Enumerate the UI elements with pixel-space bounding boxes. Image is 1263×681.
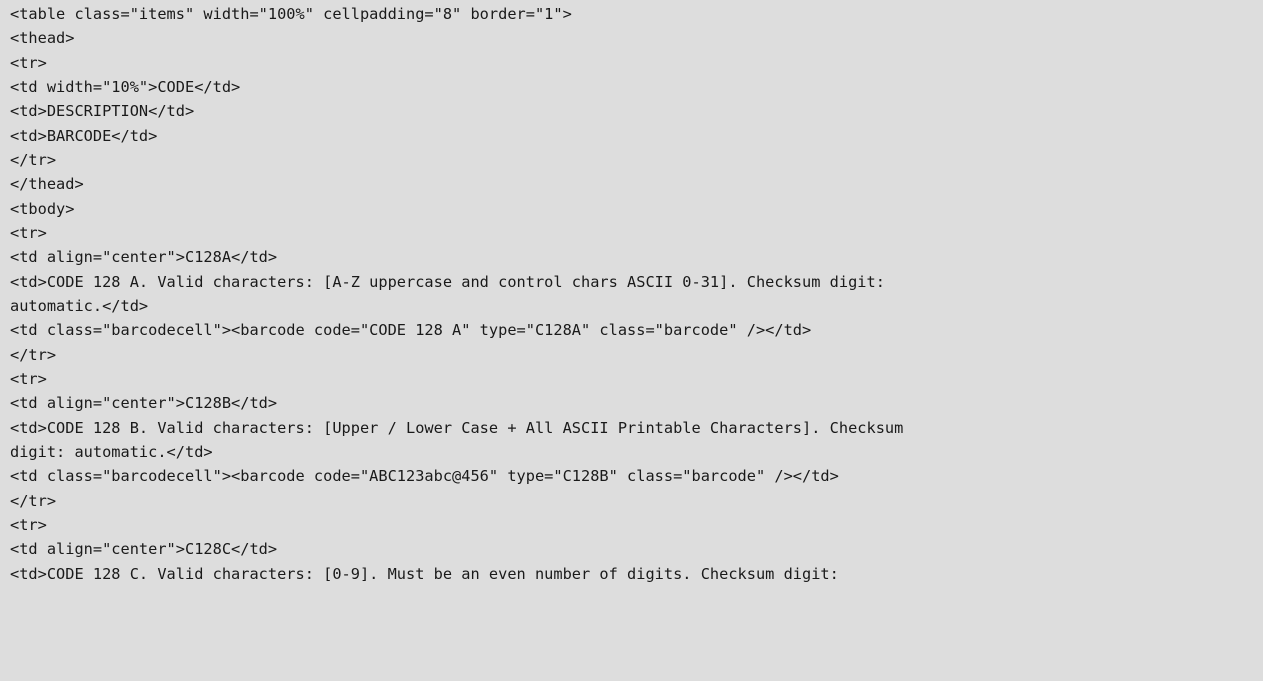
code-line: digit: automatic.</td> <box>10 442 213 461</box>
code-line: <tr> <box>10 369 47 388</box>
code-line: <table class="items" width="100%" cellpa… <box>10 5 572 23</box>
code-line: <td>CODE 128 A. Valid characters: [A-Z u… <box>10 272 885 291</box>
code-line: <tr> <box>10 515 47 534</box>
code-line: <tr> <box>10 53 47 72</box>
code-line: <td>DESCRIPTION</td> <box>10 102 195 121</box>
code-view: <table class="items" width="100%" cellpa… <box>0 0 1263 681</box>
code-line: <td width="10%">CODE</td> <box>10 77 241 96</box>
code-line: <thead> <box>10 29 75 48</box>
code-line: <tbody> <box>10 199 75 218</box>
code-line: </tr> <box>10 150 57 169</box>
code-line: <td>BARCODE</td> <box>10 126 158 145</box>
code-line: <td class="barcodecell"><barcode code="C… <box>10 321 812 340</box>
code-line: </tr> <box>10 491 57 510</box>
code-line: automatic.</td> <box>10 296 149 315</box>
code-line: <td align="center">C128C</td> <box>10 540 278 559</box>
code-line: <tr> <box>10 223 47 242</box>
code-line: <td class="barcodecell"><barcode code="A… <box>10 467 839 486</box>
code-line: <td>CODE 128 C. Valid characters: [0-9].… <box>10 564 839 583</box>
code-line: </thead> <box>10 175 84 194</box>
code-line: <td>CODE 128 B. Valid characters: [Upper… <box>10 418 904 437</box>
code-line: <td align="center">C128B</td> <box>10 394 278 413</box>
code-line: <td align="center">C128A</td> <box>10 248 278 267</box>
code-line: </tr> <box>10 345 57 364</box>
